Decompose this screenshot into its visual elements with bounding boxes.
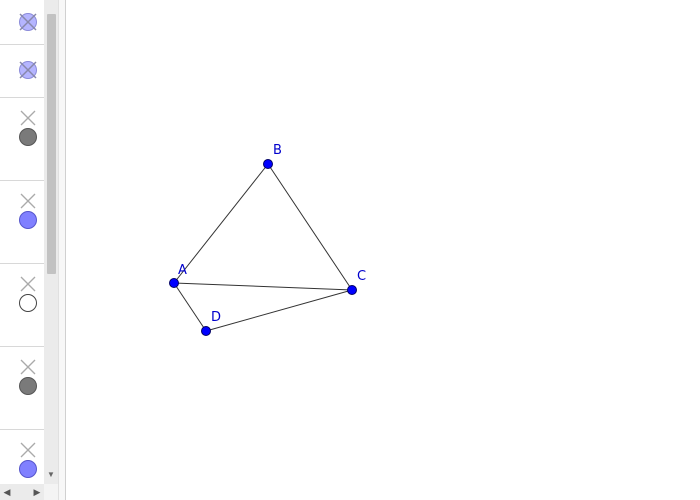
algebra-item[interactable]: [0, 181, 44, 264]
point-D[interactable]: [201, 326, 211, 336]
delete-icon[interactable]: [19, 192, 37, 210]
visibility-toggle-icon[interactable]: [19, 294, 37, 312]
segment-DC[interactable]: [205, 289, 353, 332]
algebra-item[interactable]: [0, 264, 44, 347]
point-label-A: A: [178, 263, 187, 278]
point-label-B: B: [273, 143, 282, 158]
visibility-toggle-icon[interactable]: [19, 377, 37, 395]
algebra-item[interactable]: [0, 98, 44, 181]
point-C[interactable]: [347, 285, 357, 295]
scroll-right-arrow-icon[interactable]: ▶: [32, 486, 42, 498]
algebra-item[interactable]: [0, 347, 44, 430]
algebra-item[interactable]: [0, 0, 44, 45]
graphics-view[interactable]: A B C D: [66, 0, 700, 500]
point-B[interactable]: [263, 159, 273, 169]
algebra-view: ▼: [0, 0, 58, 484]
panel-divider[interactable]: [58, 0, 66, 500]
vertical-scrollbar[interactable]: ▼: [44, 0, 58, 484]
delete-icon[interactable]: [19, 109, 37, 127]
point-A[interactable]: [169, 278, 179, 288]
point-label-D: D: [211, 310, 221, 325]
hidden-cross-icon: [19, 13, 37, 31]
segment-AC[interactable]: [173, 282, 353, 291]
delete-icon[interactable]: [19, 358, 37, 376]
segment-AB[interactable]: [173, 163, 269, 284]
scroll-left-arrow-icon[interactable]: ◀: [2, 486, 12, 498]
geometry-canvas[interactable]: A B C D: [66, 0, 700, 500]
scroll-down-arrow-icon[interactable]: ▼: [46, 470, 56, 480]
delete-icon[interactable]: [19, 441, 37, 459]
visibility-toggle-icon[interactable]: [19, 128, 37, 146]
visibility-toggle-icon[interactable]: [19, 460, 37, 478]
scrollbar-thumb[interactable]: [47, 14, 56, 274]
scrollbar-corner: [44, 484, 58, 500]
segment-BC[interactable]: [267, 163, 353, 291]
point-label-C: C: [357, 269, 366, 284]
delete-icon[interactable]: [19, 275, 37, 293]
horizontal-scrollbar[interactable]: ◀ ▶: [0, 484, 44, 500]
segment-AD[interactable]: [173, 282, 207, 332]
algebra-item[interactable]: [0, 45, 44, 98]
algebra-item[interactable]: [0, 430, 44, 484]
visibility-toggle-icon[interactable]: [19, 211, 37, 229]
hidden-cross-icon: [19, 61, 37, 79]
